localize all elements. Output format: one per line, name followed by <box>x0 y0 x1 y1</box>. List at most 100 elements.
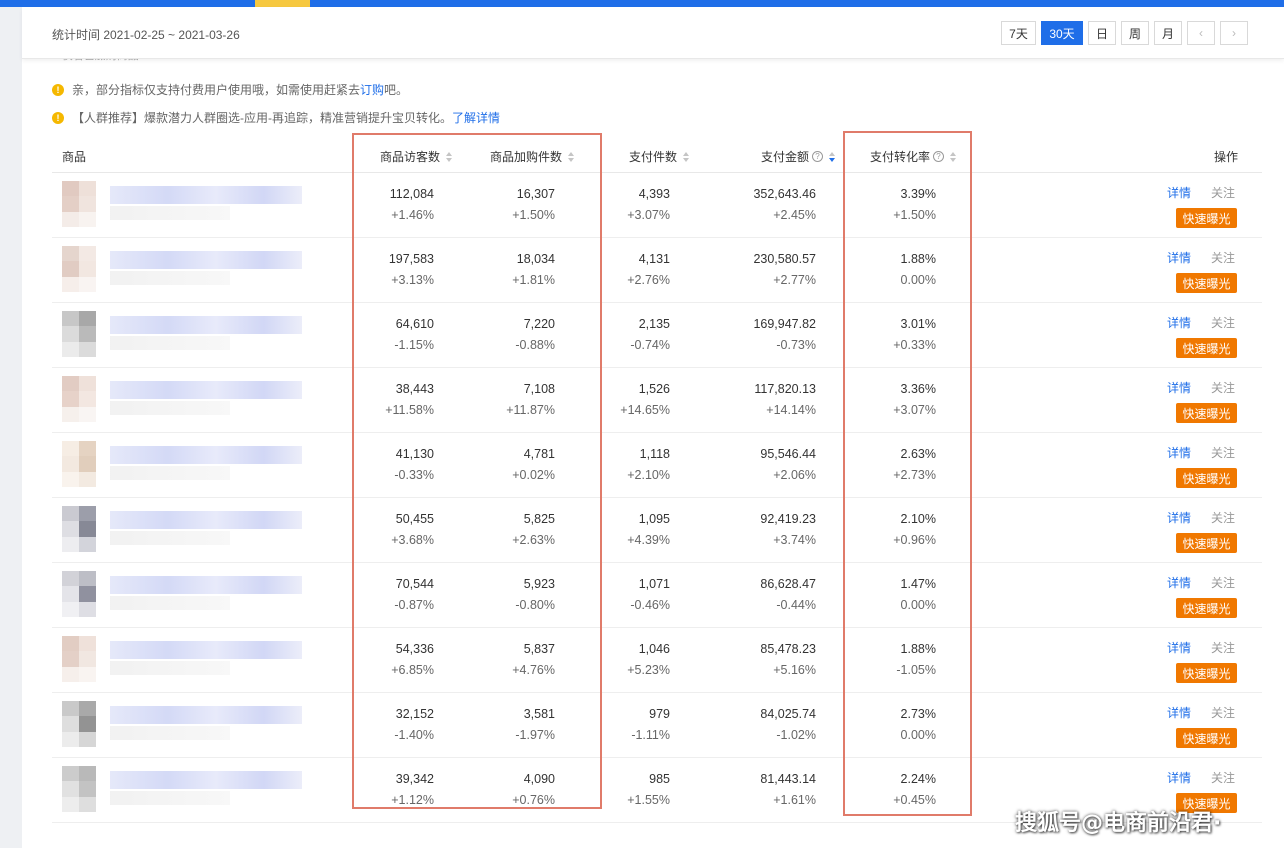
product-thumbnail[interactable] <box>62 636 96 682</box>
col-cart[interactable]: 商品加购件数 <box>490 148 575 165</box>
follow-link[interactable]: 关注 <box>1211 704 1235 721</box>
quick-expose-button[interactable]: 快速曝光 <box>1176 663 1237 683</box>
notice-text: 【人群推荐】爆款潜力人群圈选-应用-再追踪，精准营销提升宝贝转化。 <box>72 111 452 125</box>
pay-count-value: 985 <box>649 772 670 786</box>
detail-link[interactable]: 详情 <box>1167 444 1191 461</box>
conversion-value: 3.01% <box>900 317 936 331</box>
conversion-change: 0.00% <box>900 273 936 287</box>
detail-link[interactable]: 详情 <box>1167 639 1191 656</box>
notice-suffix: 吧。 <box>384 83 409 97</box>
chevron-right-icon: › <box>1232 26 1236 40</box>
sort-icon[interactable] <box>446 151 453 162</box>
detail-link[interactable]: 详情 <box>1167 509 1191 526</box>
conversion-value: 2.10% <box>900 512 936 526</box>
follow-link[interactable]: 关注 <box>1211 509 1235 526</box>
product-thumbnail[interactable] <box>62 766 96 812</box>
pay-count-change: +4.39% <box>627 533 670 547</box>
range-7d-button[interactable]: 7天 <box>1001 21 1036 45</box>
sort-icon[interactable] <box>568 151 575 162</box>
product-thumbnail[interactable] <box>62 181 96 227</box>
cell-pay-count: 1,118 +2.10% <box>627 444 670 486</box>
quick-expose-button[interactable]: 快速曝光 <box>1176 598 1237 618</box>
pay-amount-value: 81,443.14 <box>760 772 816 786</box>
conversion-change: +0.96% <box>893 533 936 547</box>
detail-link[interactable]: 详情 <box>1167 314 1191 331</box>
col-pay-amount[interactable]: 支付金额? <box>761 148 836 165</box>
col-visitors[interactable]: 商品访客数 <box>380 148 453 165</box>
detail-link[interactable]: 详情 <box>1167 769 1191 786</box>
cart-value: 18,034 <box>516 252 555 266</box>
product-title-blurred[interactable] <box>110 576 302 594</box>
product-title-blurred[interactable] <box>110 381 302 399</box>
product-thumbnail[interactable] <box>62 246 96 292</box>
range-day-button[interactable]: 日 <box>1088 21 1116 45</box>
col-conversion[interactable]: 支付转化率? <box>870 148 957 165</box>
sort-icon[interactable] <box>950 151 957 162</box>
product-title-blurred[interactable] <box>110 706 302 724</box>
cell-visitors: 38,443 +11.58% <box>385 379 434 421</box>
cell-visitors: 32,152 -1.40% <box>394 704 434 746</box>
cell-pay-count: 1,526 +14.65% <box>620 379 670 421</box>
product-thumbnail[interactable] <box>62 376 96 422</box>
product-title-blurred[interactable] <box>110 641 302 659</box>
watermark: 搜狐号@电商前沿君· <box>1015 811 1222 836</box>
product-thumbnail[interactable] <box>62 441 96 487</box>
quick-expose-button[interactable]: 快速曝光 <box>1176 533 1237 553</box>
help-icon[interactable]: ? <box>933 151 945 162</box>
detail-link[interactable]: 详情 <box>1167 379 1191 396</box>
follow-link[interactable]: 关注 <box>1211 639 1235 656</box>
pay-count-change: -1.11% <box>631 728 670 742</box>
follow-link[interactable]: 关注 <box>1211 444 1235 461</box>
product-title-blurred[interactable] <box>110 316 302 334</box>
range-30d-button[interactable]: 30天 <box>1041 21 1083 45</box>
pay-count-value: 4,393 <box>638 187 670 201</box>
pay-amount-value: 86,628.47 <box>760 577 816 591</box>
follow-link[interactable]: 关注 <box>1211 574 1235 591</box>
range-week-button[interactable]: 周 <box>1121 21 1149 45</box>
quick-expose-button[interactable]: 快速曝光 <box>1176 208 1237 228</box>
table-row: 112,084 +1.46% 16,307 +1.50% 4,393 +3.07% 352,… <box>52 173 1262 238</box>
sort-desc-icon[interactable] <box>829 151 836 162</box>
quick-expose-button[interactable]: 快速曝光 <box>1176 273 1237 293</box>
quick-expose-button[interactable]: 快速曝光 <box>1176 403 1237 423</box>
product-title-blurred[interactable] <box>110 446 302 464</box>
sort-icon[interactable] <box>683 151 690 162</box>
follow-link[interactable]: 关注 <box>1211 249 1235 266</box>
cell-pay-count: 4,393 +3.07% <box>627 184 670 226</box>
product-thumbnail[interactable] <box>62 701 96 747</box>
product-subtitle-blurred <box>110 206 230 220</box>
prev-period-button[interactable]: ‹ <box>1187 21 1215 45</box>
product-title-blurred[interactable] <box>110 186 302 204</box>
table-row: 54,336 +6.85% 5,837 +4.76% 1,046 +5.23% 85,478… <box>52 628 1262 693</box>
quick-expose-button[interactable]: 快速曝光 <box>1176 338 1237 358</box>
follow-link[interactable]: 关注 <box>1211 769 1235 786</box>
quick-expose-button[interactable]: 快速曝光 <box>1176 728 1237 748</box>
cell-visitors: 41,130 -0.33% <box>394 444 434 486</box>
help-icon[interactable]: ? <box>812 151 824 162</box>
visitors-value: 70,544 <box>395 577 434 591</box>
product-thumbnail[interactable] <box>62 571 96 617</box>
col-pay-count[interactable]: 支付件数 <box>629 148 690 165</box>
learn-more-link[interactable]: 了解详情 <box>452 109 500 126</box>
detail-link[interactable]: 详情 <box>1167 704 1191 721</box>
follow-link[interactable]: 关注 <box>1211 314 1235 331</box>
quick-expose-button[interactable]: 快速曝光 <box>1176 468 1237 488</box>
cell-cart: 18,034 +1.81% <box>512 249 555 291</box>
next-period-button[interactable]: › <box>1220 21 1248 45</box>
product-thumbnail[interactable] <box>62 311 96 357</box>
product-thumbnail[interactable] <box>62 506 96 552</box>
cell-conversion: 3.01% +0.33% <box>893 314 936 356</box>
detail-link[interactable]: 详情 <box>1167 184 1191 201</box>
follow-link[interactable]: 关注 <box>1211 379 1235 396</box>
cell-pay-count: 979 -1.11% <box>631 704 670 746</box>
cell-pay-amount: 230,580.57 +2.77% <box>753 249 816 291</box>
product-title-blurred[interactable] <box>110 511 302 529</box>
subscribe-link[interactable]: 订购 <box>360 81 384 98</box>
detail-link[interactable]: 详情 <box>1167 574 1191 591</box>
product-title-blurred[interactable] <box>110 771 302 789</box>
detail-link[interactable]: 详情 <box>1167 249 1191 266</box>
follow-link[interactable]: 关注 <box>1211 184 1235 201</box>
product-title-blurred[interactable] <box>110 251 302 269</box>
conversion-change: +3.07% <box>893 403 936 417</box>
range-month-button[interactable]: 月 <box>1154 21 1182 45</box>
